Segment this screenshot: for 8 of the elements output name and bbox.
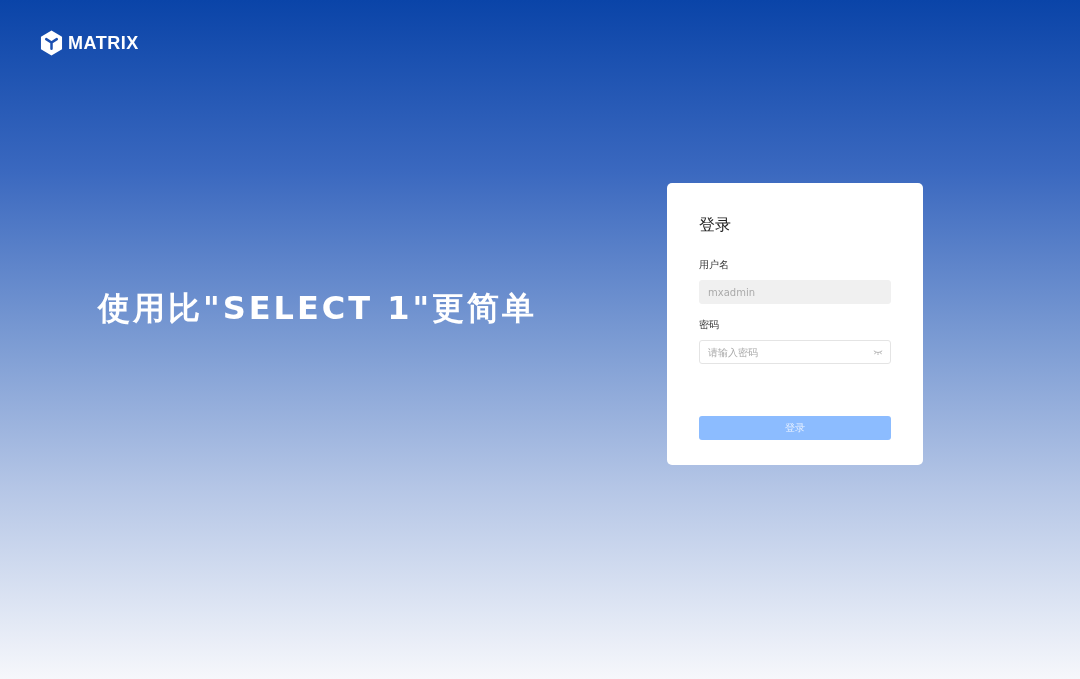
- password-field[interactable]: 请输入密码: [699, 340, 891, 364]
- brand-name: MATRIX: [68, 32, 139, 54]
- login-title: 登录: [699, 215, 732, 236]
- field-label: 密码: [699, 318, 720, 332]
- eye-closed-icon[interactable]: [873, 350, 883, 355]
- headline: 使用比"SELECT 1"更简单: [98, 288, 538, 329]
- logo-icon: [40, 30, 63, 56]
- field-label: 用户名: [699, 258, 730, 272]
